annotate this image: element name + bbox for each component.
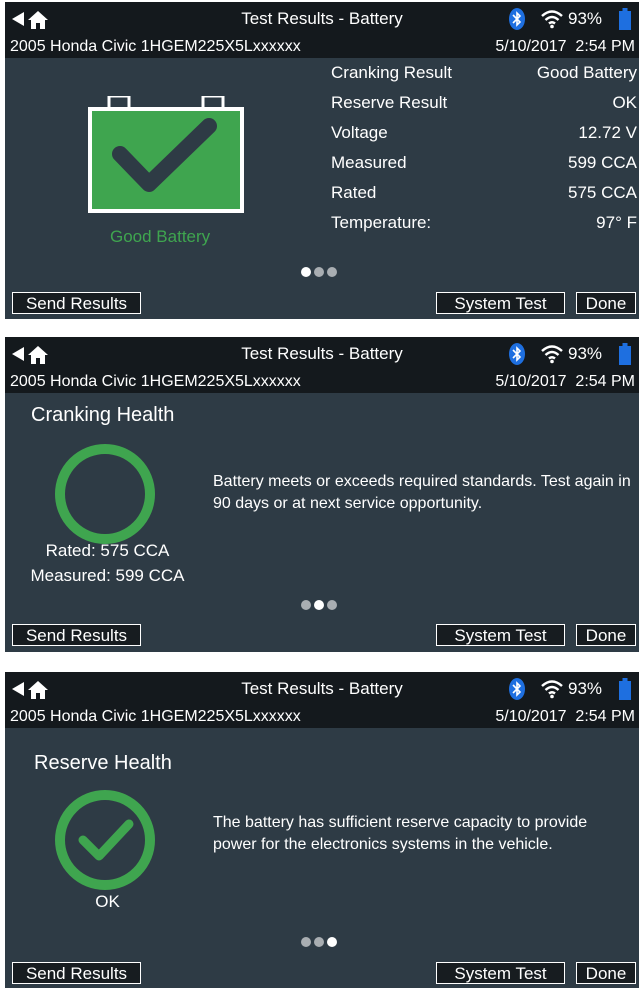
page-dot[interactable] [327,600,337,610]
gauge-ring-icon [55,444,155,544]
check-circle-icon [55,790,155,890]
result-row: Reserve Result OK [331,89,637,119]
page-indicator[interactable] [301,264,340,282]
results-screen-summary: Test Results - Battery 93% 2005 Honda Ci… [5,2,639,319]
result-value: 599 CCA [568,153,637,172]
battery-icon [619,343,631,365]
result-label: Cranking Result [331,63,452,82]
date-time: 5/10/2017 2:54 PM [495,38,635,55]
system-test-button[interactable]: System Test [436,624,565,646]
vehicle-info-bar: 2005 Honda Civic 1HGEM225X5Lxxxxxx 5/10/… [5,36,639,58]
vehicle-info-bar: 2005 Honda Civic 1HGEM225X5Lxxxxxx 5/10/… [5,706,639,728]
result-row: Cranking Result Good Battery [331,59,637,89]
result-row: Measured 599 CCA [331,149,637,179]
page-indicator[interactable] [301,597,340,615]
section-title: Reserve Health [34,752,172,774]
page-dot[interactable] [327,267,337,277]
result-row: Temperature: 97° F [331,209,637,239]
page-dot[interactable] [327,937,337,947]
results-screen-reserve: Test Results - Battery 93% 2005 Honda Ci… [5,672,639,988]
battery-check-icon [88,96,244,213]
vehicle-name: 2005 Honda Civic 1HGEM225X5Lxxxxxx [10,38,301,55]
top-bar: Test Results - Battery 93% [5,2,639,36]
results-screen-cranking: Test Results - Battery 93% 2005 Honda Ci… [5,337,639,652]
system-test-button[interactable]: System Test [436,962,565,984]
top-bar: Test Results - Battery 93% [5,337,639,371]
result-label: Voltage [331,123,388,142]
section-title: Cranking Health [31,404,175,426]
vehicle-name: 2005 Honda Civic 1HGEM225X5Lxxxxxx [10,708,301,725]
page-dot[interactable] [314,600,324,610]
battery-status-label: Good Battery [110,227,211,246]
vehicle-name: 2005 Honda Civic 1HGEM225X5Lxxxxxx [10,373,301,390]
date-time: 5/10/2017 2:54 PM [495,708,635,725]
result-value: OK [612,93,637,112]
rated-value: Rated: 575 CCA [45,541,170,560]
send-results-button[interactable]: Send Results [12,292,141,314]
reserve-status: OK [95,892,120,911]
result-label: Temperature: [331,213,432,232]
measured-value: Measured: 599 CCA [30,566,185,585]
page-dot[interactable] [314,267,324,277]
page-dot[interactable] [301,600,311,610]
done-button[interactable]: Done [576,624,636,646]
battery-percent: 93% [568,9,603,28]
result-value: Good Battery [536,63,637,82]
cranking-message: Battery meets or exceeds required standa… [213,473,631,512]
system-test-button[interactable]: System Test [436,292,565,314]
result-row: Voltage 12.72 V [331,119,637,149]
page-dot[interactable] [314,937,324,947]
wifi-icon [541,680,563,699]
vehicle-info-bar: 2005 Honda Civic 1HGEM225X5Lxxxxxx 5/10/… [5,371,639,393]
send-results-button[interactable]: Send Results [12,962,141,984]
top-bar: Test Results - Battery 93% [5,672,639,706]
result-label: Measured [331,153,407,172]
results-table: Cranking Result Good Battery Reserve Resu… [331,59,637,239]
bluetooth-icon [509,343,525,365]
reserve-message: The battery has sufficient reserve capac… [213,814,588,853]
page-dot[interactable] [301,937,311,947]
result-label: Reserve Result [331,93,448,112]
battery-percent: 93% [568,679,603,698]
battery-icon [619,8,631,30]
bluetooth-icon [509,678,525,700]
page-indicator[interactable] [301,934,340,952]
battery-percent: 93% [568,344,603,363]
done-button[interactable]: Done [576,962,636,984]
result-value: 575 CCA [568,183,637,202]
battery-icon [619,678,631,700]
wifi-icon [541,345,563,364]
date-time: 5/10/2017 2:54 PM [495,373,635,390]
result-value: 97° F [596,213,637,232]
result-value: 12.72 V [578,123,637,142]
page-dot[interactable] [301,267,311,277]
done-button[interactable]: Done [576,292,636,314]
result-row: Rated 575 CCA [331,179,637,209]
result-label: Rated [331,183,377,202]
send-results-button[interactable]: Send Results [12,624,141,646]
bluetooth-icon [509,8,525,30]
wifi-icon [541,10,563,29]
